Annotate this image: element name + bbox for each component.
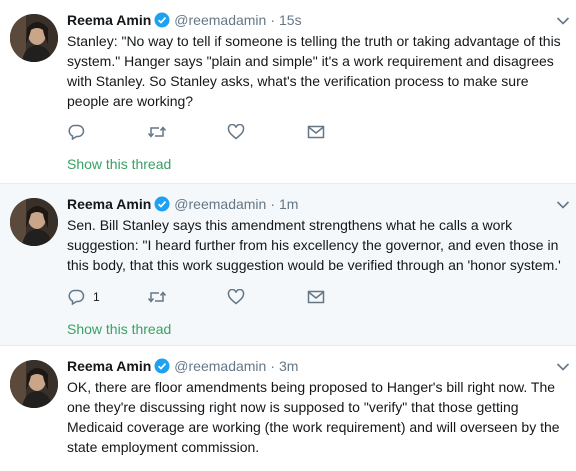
tweet[interactable]: Reema Amin @reemadamin · 15s Stanley: "N…: [0, 0, 576, 184]
timestamp[interactable]: 1m: [279, 194, 298, 214]
tweet-text: Stanley: "No way to tell if someone is t…: [67, 33, 561, 109]
tweet-header: Reema Amin @reemadamin · 1m: [67, 194, 564, 214]
tweet-header: Reema Amin @reemadamin · 3m: [67, 356, 564, 376]
verified-badge-icon: [154, 12, 170, 28]
reply-icon: [68, 124, 85, 140]
tweet-feed: Reema Amin @reemadamin · 15s Stanley: "N…: [0, 0, 576, 471]
avatar[interactable]: [10, 14, 58, 62]
envelope-icon: [307, 125, 325, 139]
heart-icon: [227, 124, 245, 140]
separator-dot: ·: [270, 358, 275, 374]
show-thread-link[interactable]: Show this thread: [67, 320, 564, 338]
tweet[interactable]: Reema Amin @reemadamin · 1m Sen. Bill St…: [0, 184, 576, 346]
tweet-text: OK, there are floor amendments being pro…: [67, 379, 560, 455]
author-name[interactable]: Reema Amin: [67, 356, 151, 376]
avatar[interactable]: [10, 198, 58, 246]
direct-message-button[interactable]: [307, 289, 387, 305]
retweet-button[interactable]: [147, 124, 227, 140]
timestamp[interactable]: 15s: [279, 10, 302, 30]
retweet-icon: [147, 291, 167, 303]
timestamp[interactable]: 3m: [279, 356, 298, 376]
like-button[interactable]: [227, 124, 307, 140]
verified-badge-icon: [154, 196, 170, 212]
tweet-header: Reema Amin @reemadamin · 15s: [67, 10, 564, 30]
chevron-down-icon[interactable]: [556, 200, 570, 210]
avatar[interactable]: [10, 360, 58, 408]
heart-icon: [227, 289, 245, 305]
show-thread-link[interactable]: Show this thread: [67, 155, 564, 173]
verified-badge-icon: [154, 358, 170, 374]
like-button[interactable]: [227, 289, 307, 305]
author-name[interactable]: Reema Amin: [67, 194, 151, 214]
separator-dot: ·: [270, 196, 275, 212]
reply-count: 1: [93, 290, 100, 304]
author-handle[interactable]: @reemadamin: [174, 10, 266, 30]
chevron-down-icon[interactable]: [556, 362, 570, 372]
tweet-text: Sen. Bill Stanley says this amendment st…: [67, 217, 561, 273]
retweet-button[interactable]: [147, 289, 227, 305]
author-name[interactable]: Reema Amin: [67, 10, 151, 30]
tweet[interactable]: Reema Amin @reemadamin · 3m OK, there ar…: [0, 346, 576, 471]
direct-message-button[interactable]: [307, 124, 387, 140]
author-handle[interactable]: @reemadamin: [174, 194, 266, 214]
chevron-down-icon[interactable]: [556, 16, 570, 26]
retweet-icon: [147, 126, 167, 138]
reply-button[interactable]: 1: [67, 289, 147, 305]
action-bar: [67, 121, 564, 143]
author-handle[interactable]: @reemadamin: [174, 356, 266, 376]
action-bar: 1: [67, 286, 564, 308]
separator-dot: ·: [270, 12, 275, 28]
envelope-icon: [307, 290, 325, 304]
reply-button[interactable]: [67, 124, 147, 140]
reply-icon: [68, 289, 85, 305]
